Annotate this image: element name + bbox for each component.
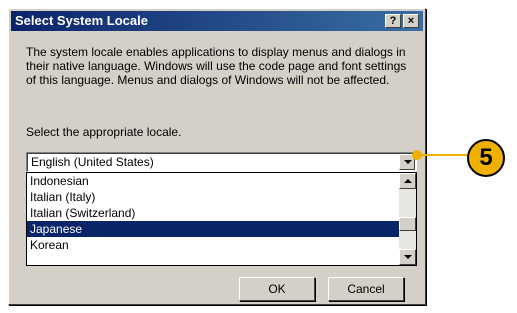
- locale-dropdown-list[interactable]: Indonesian Italian (Italy) Italian (Switze…: [26, 172, 417, 266]
- scroll-up-button[interactable]: [399, 173, 416, 189]
- locale-select-value: English (United States): [31, 155, 154, 169]
- step-callout-badge: 5: [467, 139, 505, 177]
- select-system-locale-dialog: Select System Locale ? × The system loca…: [8, 8, 426, 305]
- locale-option[interactable]: Indonesian: [27, 173, 399, 189]
- locale-option[interactable]: Japanese: [27, 221, 399, 237]
- help-button[interactable]: ?: [385, 14, 401, 28]
- callout-leader-line: [417, 154, 467, 156]
- locale-select[interactable]: English (United States): [26, 152, 417, 172]
- locale-description: The system locale enables applications t…: [26, 45, 407, 87]
- dialog-title: Select System Locale: [15, 13, 148, 28]
- close-button[interactable]: ×: [403, 14, 419, 28]
- locale-option[interactable]: Italian (Switzerland): [27, 205, 399, 221]
- scroll-thumb[interactable]: [399, 217, 416, 231]
- locale-options: Indonesian Italian (Italy) Italian (Switze…: [27, 173, 399, 265]
- cancel-button[interactable]: Cancel: [328, 277, 404, 301]
- arrow-up-icon: [404, 179, 412, 183]
- locale-option[interactable]: Korean: [27, 237, 399, 253]
- arrow-down-icon: [404, 255, 412, 259]
- chevron-down-icon: [404, 160, 412, 164]
- locale-option[interactable]: Italian (Italy): [27, 189, 399, 205]
- ok-button[interactable]: OK: [239, 277, 315, 301]
- callout-anchor-dot: [412, 150, 422, 160]
- locale-prompt: Select the appropriate locale.: [26, 125, 182, 139]
- title-bar[interactable]: Select System Locale ? ×: [11, 11, 423, 31]
- dropdown-scrollbar[interactable]: [399, 173, 416, 265]
- scroll-down-button[interactable]: [399, 249, 416, 265]
